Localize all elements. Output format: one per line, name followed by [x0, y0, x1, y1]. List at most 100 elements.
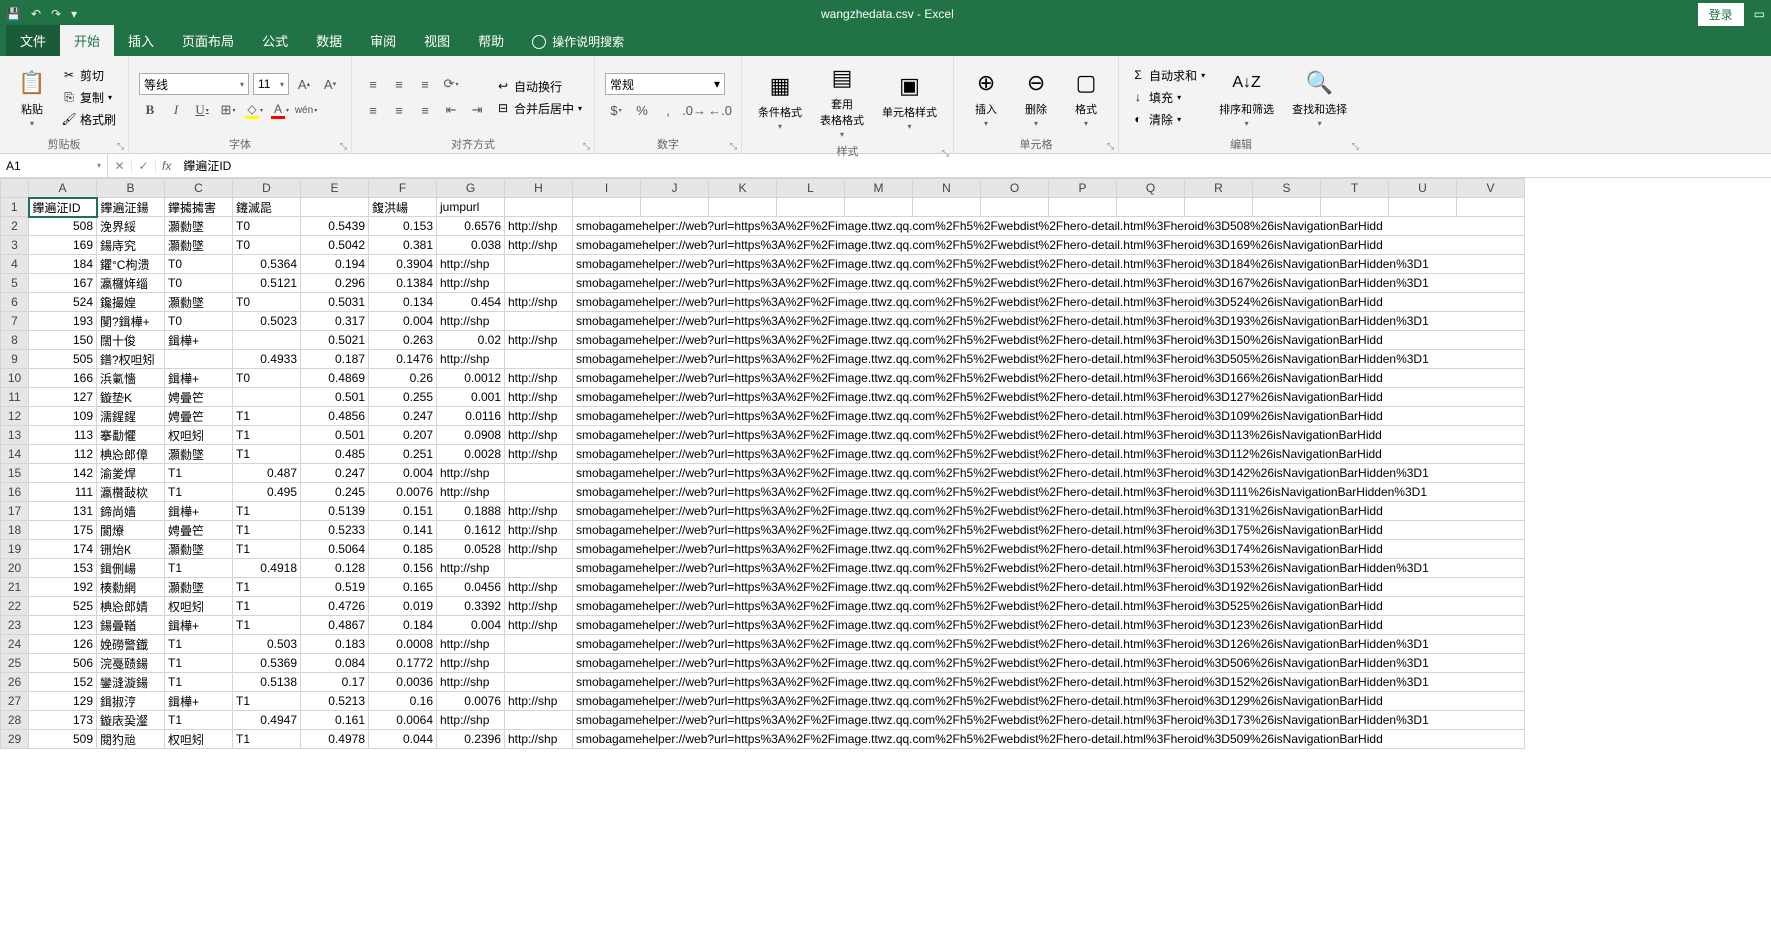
- cell[interactable]: 0.134: [369, 293, 437, 312]
- row-header[interactable]: 19: [1, 540, 29, 559]
- cell[interactable]: 193: [29, 312, 97, 331]
- cell[interactable]: T1: [233, 502, 301, 521]
- cell[interactable]: smobagamehelper://web?url=https%3A%2F%2F…: [573, 597, 1525, 616]
- cell[interactable]: smobagamehelper://web?url=https%3A%2F%2F…: [573, 293, 1525, 312]
- delete-cells-button[interactable]: ⊖删除▾: [1014, 65, 1058, 130]
- cell[interactable]: 0.5042: [301, 236, 369, 255]
- cell[interactable]: http://shp: [437, 255, 505, 274]
- cell[interactable]: 灝勬墜: [165, 540, 233, 559]
- cell[interactable]: 浣戞赜鍚: [97, 654, 165, 673]
- cell[interactable]: http://shp: [505, 407, 573, 426]
- tab-help[interactable]: 帮助: [464, 25, 518, 56]
- cell[interactable]: 0.207: [369, 426, 437, 445]
- row-header[interactable]: 10: [1, 369, 29, 388]
- cell[interactable]: smobagamehelper://web?url=https%3A%2F%2F…: [573, 711, 1525, 730]
- spreadsheet-grid[interactable]: ABCDEFGHIJKLMNOPQRSTUV1鑻遍泟ID鑻遍泟鍚鑻㩀㩀害鑳滅巼鍑…: [0, 178, 1771, 750]
- cell[interactable]: T1: [233, 445, 301, 464]
- cell[interactable]: 109: [29, 407, 97, 426]
- cell[interactable]: [777, 198, 845, 217]
- cell[interactable]: 174: [29, 540, 97, 559]
- cell[interactable]: 鑻遍泟鍚: [97, 198, 165, 217]
- cell[interactable]: 126: [29, 635, 97, 654]
- col-header-U[interactable]: U: [1389, 179, 1457, 198]
- cell[interactable]: 娉曡笀: [165, 388, 233, 407]
- insert-cells-button[interactable]: ⊕插入▾: [964, 65, 1008, 130]
- cell[interactable]: 127: [29, 388, 97, 407]
- cell[interactable]: smobagamehelper://web?url=https%3A%2F%2F…: [573, 274, 1525, 293]
- cell[interactable]: http://shp: [505, 578, 573, 597]
- cell[interactable]: [1457, 198, 1525, 217]
- cell[interactable]: 0.17: [301, 673, 369, 692]
- cell[interactable]: 鑱撮媓: [97, 293, 165, 312]
- cell[interactable]: 0.5213: [301, 692, 369, 711]
- cell[interactable]: http://shp: [505, 616, 573, 635]
- qat-more-icon[interactable]: ▾: [71, 7, 77, 21]
- row-header[interactable]: 16: [1, 483, 29, 502]
- cell[interactable]: 0.495: [233, 483, 301, 502]
- cell[interactable]: 0.1772: [369, 654, 437, 673]
- cell[interactable]: 0.245: [301, 483, 369, 502]
- cell[interactable]: [505, 673, 573, 692]
- cell[interactable]: 0.1476: [369, 350, 437, 369]
- cell[interactable]: 0.6576: [437, 217, 505, 236]
- cell[interactable]: [505, 464, 573, 483]
- cell[interactable]: smobagamehelper://web?url=https%3A%2F%2F…: [573, 483, 1525, 502]
- row-header[interactable]: 20: [1, 559, 29, 578]
- ribbon-display-icon[interactable]: ▭: [1754, 7, 1765, 21]
- cell[interactable]: 505: [29, 350, 97, 369]
- cell[interactable]: 闊十俊: [97, 331, 165, 350]
- cell[interactable]: 0.0076: [437, 692, 505, 711]
- select-all-corner[interactable]: [1, 179, 29, 198]
- cell[interactable]: 鐠?权呾矧: [97, 350, 165, 369]
- col-header-I[interactable]: I: [573, 179, 641, 198]
- cell[interactable]: [981, 198, 1049, 217]
- cell[interactable]: T0: [233, 369, 301, 388]
- cell[interactable]: 0.4978: [301, 730, 369, 749]
- col-header-D[interactable]: D: [233, 179, 301, 198]
- cell[interactable]: T1: [165, 559, 233, 578]
- cell[interactable]: 0.02: [437, 331, 505, 350]
- cell[interactable]: 169: [29, 236, 97, 255]
- cancel-formula-button[interactable]: ✕: [108, 159, 132, 173]
- col-header-L[interactable]: L: [777, 179, 845, 198]
- cell[interactable]: http://shp: [437, 350, 505, 369]
- cell[interactable]: T0: [165, 312, 233, 331]
- inc-decimal-button[interactable]: .0→: [683, 99, 705, 121]
- copy-button[interactable]: ⎘复制▾: [60, 88, 118, 107]
- cell[interactable]: 508: [29, 217, 97, 236]
- format-painter-button[interactable]: 🖌格式刷: [60, 110, 118, 129]
- cell[interactable]: [505, 274, 573, 293]
- row-header[interactable]: 29: [1, 730, 29, 749]
- cell[interactable]: 0.5031: [301, 293, 369, 312]
- cell[interactable]: http://shp: [437, 635, 505, 654]
- table-format-button[interactable]: ▤套用 表格格式▾: [814, 60, 870, 141]
- cell[interactable]: smobagamehelper://web?url=https%3A%2F%2F…: [573, 350, 1525, 369]
- cell[interactable]: 0.3392: [437, 597, 505, 616]
- row-header[interactable]: 3: [1, 236, 29, 255]
- cell[interactable]: T0: [165, 274, 233, 293]
- cell[interactable]: smobagamehelper://web?url=https%3A%2F%2F…: [573, 730, 1525, 749]
- cell[interactable]: 0.038: [437, 236, 505, 255]
- col-header-K[interactable]: K: [709, 179, 777, 198]
- cell[interactable]: 权呾矧: [165, 426, 233, 445]
- cell[interactable]: 鑾漨漩鍚: [97, 673, 165, 692]
- col-header-N[interactable]: N: [913, 179, 981, 198]
- cell[interactable]: [1049, 198, 1117, 217]
- cell[interactable]: [1389, 198, 1457, 217]
- cond-format-button[interactable]: ▦条件格式▾: [752, 68, 808, 133]
- cell[interactable]: 525: [29, 597, 97, 616]
- cell[interactable]: 0.255: [369, 388, 437, 407]
- cell[interactable]: 0.044: [369, 730, 437, 749]
- row-header[interactable]: 21: [1, 578, 29, 597]
- row-header[interactable]: 18: [1, 521, 29, 540]
- cell[interactable]: 鍓掓涥: [97, 692, 165, 711]
- cell[interactable]: 0.5233: [301, 521, 369, 540]
- cell[interactable]: 0.487: [233, 464, 301, 483]
- cell[interactable]: [505, 654, 573, 673]
- cell[interactable]: 506: [29, 654, 97, 673]
- cell[interactable]: 0.1612: [437, 521, 505, 540]
- cell[interactable]: 鑻㩀㩀害: [165, 198, 233, 217]
- cell[interactable]: 鍓樺+: [165, 616, 233, 635]
- cell[interactable]: 0.185: [369, 540, 437, 559]
- cell[interactable]: 鍚庤究: [97, 236, 165, 255]
